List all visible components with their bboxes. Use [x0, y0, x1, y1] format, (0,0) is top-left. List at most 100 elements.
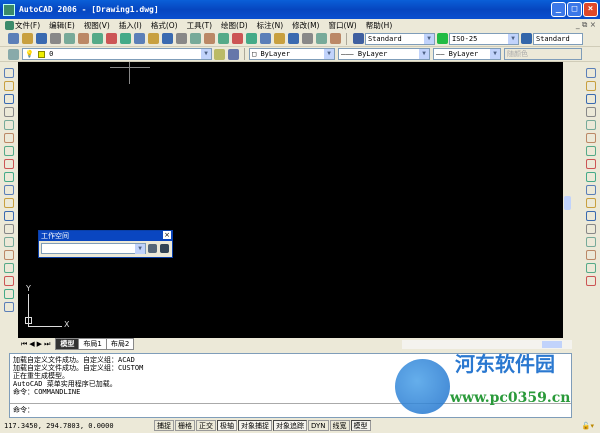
- print-icon[interactable]: [49, 33, 61, 44]
- break-icon[interactable]: [586, 223, 596, 234]
- tab-model[interactable]: 模型: [55, 338, 80, 350]
- move-icon[interactable]: [586, 132, 596, 143]
- menu-item[interactable]: 窗口(W): [328, 20, 356, 31]
- open-icon[interactable]: [21, 33, 33, 44]
- linetype-select[interactable]: ——— ByLayer ▼: [338, 48, 430, 60]
- construction-line-icon[interactable]: [4, 80, 14, 91]
- status-toggle[interactable]: 正交: [196, 420, 216, 431]
- tab-layout1[interactable]: 布局1: [78, 338, 107, 350]
- status-toggle[interactable]: 对象追踪: [273, 420, 307, 431]
- workspace-settings-icon[interactable]: [147, 244, 157, 253]
- erase-icon[interactable]: [586, 67, 596, 78]
- undo-icon[interactable]: [161, 33, 173, 44]
- minimize-button[interactable]: _: [551, 2, 566, 17]
- lock-icon[interactable]: 🔓▾: [582, 422, 594, 430]
- mtext-icon[interactable]: [4, 301, 14, 312]
- dim-style-select[interactable]: ISO-25 ▼: [449, 32, 519, 45]
- workspace-select[interactable]: ▼: [41, 243, 146, 254]
- menu-item[interactable]: 标注(N): [257, 20, 283, 31]
- status-toggle[interactable]: 线宽: [329, 420, 350, 431]
- ellipse-icon[interactable]: [4, 184, 14, 195]
- stretch-icon[interactable]: [586, 171, 596, 182]
- chamfer-icon[interactable]: [586, 249, 596, 260]
- command-window[interactable]: 加载自定义文件成功。自定义组：ACAD 加载自定义文件成功。自定义组：CUSTOM…: [9, 353, 572, 418]
- zoom-previous-icon[interactable]: [231, 33, 243, 44]
- tab-navigation-arrows[interactable]: ⏮◀▶⏭: [21, 340, 52, 349]
- brush-icon[interactable]: [147, 33, 159, 44]
- close-button[interactable]: ×: [583, 2, 598, 17]
- text-style-select[interactable]: Standard ▼: [365, 32, 435, 45]
- menu-item[interactable]: 绘图(D): [221, 20, 248, 31]
- insert-block-icon[interactable]: [4, 210, 14, 221]
- new-icon[interactable]: [7, 33, 19, 44]
- workspace-save-icon[interactable]: [159, 244, 169, 253]
- polyline-icon[interactable]: [4, 93, 14, 104]
- markup-icon[interactable]: [301, 33, 313, 44]
- zoom-realtime-icon[interactable]: [203, 33, 215, 44]
- preview-icon[interactable]: [63, 33, 75, 44]
- tool-palette-icon[interactable]: [273, 33, 285, 44]
- status-toggle[interactable]: 对象捕捉: [238, 420, 272, 431]
- status-toggle[interactable]: 栅格: [175, 420, 195, 431]
- horizontal-scrollbar[interactable]: [402, 339, 572, 349]
- polygon-icon[interactable]: [4, 106, 14, 117]
- save-icon[interactable]: [35, 33, 47, 44]
- lineweight-select[interactable]: —— ByLayer ▼: [433, 48, 501, 60]
- hatch-icon[interactable]: [4, 249, 14, 260]
- design-center-icon[interactable]: [259, 33, 271, 44]
- copy-icon[interactable]: [105, 33, 117, 44]
- make-current-layer-icon[interactable]: [213, 48, 225, 60]
- status-toggle[interactable]: 极轴: [217, 420, 237, 431]
- drawing-canvas[interactable]: Y X: [18, 62, 572, 338]
- match-prop-icon[interactable]: [133, 33, 145, 44]
- extend-icon[interactable]: [586, 197, 596, 208]
- cut-icon[interactable]: [91, 33, 103, 44]
- properties-icon[interactable]: [245, 33, 257, 44]
- scale-icon[interactable]: [586, 158, 596, 169]
- circle-icon[interactable]: [4, 145, 14, 156]
- color-select[interactable]: □ ByLayer ▼: [249, 48, 335, 60]
- status-toggle[interactable]: 捕捉: [154, 420, 174, 431]
- menu-item[interactable]: 插入(I): [119, 20, 142, 31]
- maximize-button[interactable]: □: [567, 2, 582, 17]
- zoom-window-icon[interactable]: [217, 33, 229, 44]
- calculator-icon[interactable]: [315, 33, 327, 44]
- copy-obj-icon[interactable]: [586, 80, 596, 91]
- fillet-icon[interactable]: [586, 262, 596, 273]
- point-icon[interactable]: [4, 236, 14, 247]
- close-icon[interactable]: ×: [163, 231, 171, 239]
- status-toggle[interactable]: DYN: [308, 420, 329, 431]
- offset-icon[interactable]: [586, 106, 596, 117]
- menu-item[interactable]: 工具(T): [187, 20, 212, 31]
- rotate-icon[interactable]: [586, 145, 596, 156]
- paste-icon[interactable]: [119, 33, 131, 44]
- redo-icon[interactable]: [175, 33, 187, 44]
- layer-previous-icon[interactable]: [227, 48, 239, 60]
- menu-item[interactable]: 格式(O): [151, 20, 178, 31]
- menu-item[interactable]: 帮助(H): [366, 20, 393, 31]
- menu-item[interactable]: 编辑(E): [49, 20, 75, 31]
- line-icon[interactable]: [4, 67, 14, 78]
- pan-icon[interactable]: [189, 33, 201, 44]
- region-icon[interactable]: [4, 275, 14, 286]
- revcloud-icon[interactable]: [4, 158, 14, 169]
- ellipse-arc-icon[interactable]: [4, 197, 14, 208]
- document-window-controls[interactable]: _ ⧉ ×: [576, 20, 596, 30]
- menu-item[interactable]: 修改(M): [292, 20, 319, 31]
- break-point-icon[interactable]: [586, 210, 596, 221]
- trim-icon[interactable]: [586, 184, 596, 195]
- join-icon[interactable]: [586, 236, 596, 247]
- array-icon[interactable]: [586, 119, 596, 130]
- menu-item[interactable]: 视图(V): [84, 20, 110, 31]
- menu-item[interactable]: 文件(F): [15, 20, 40, 31]
- table-icon[interactable]: [4, 288, 14, 299]
- tab-layout2[interactable]: 布局2: [105, 338, 135, 350]
- table-style-select[interactable]: Standard: [533, 32, 583, 45]
- vertical-scrollbar[interactable]: [563, 62, 572, 338]
- mirror-icon[interactable]: [586, 93, 596, 104]
- gradient-icon[interactable]: [4, 262, 14, 273]
- rectangle-icon[interactable]: [4, 119, 14, 130]
- arc-icon[interactable]: [4, 132, 14, 143]
- status-toggle[interactable]: 模型: [350, 420, 371, 431]
- help-icon[interactable]: [329, 33, 341, 44]
